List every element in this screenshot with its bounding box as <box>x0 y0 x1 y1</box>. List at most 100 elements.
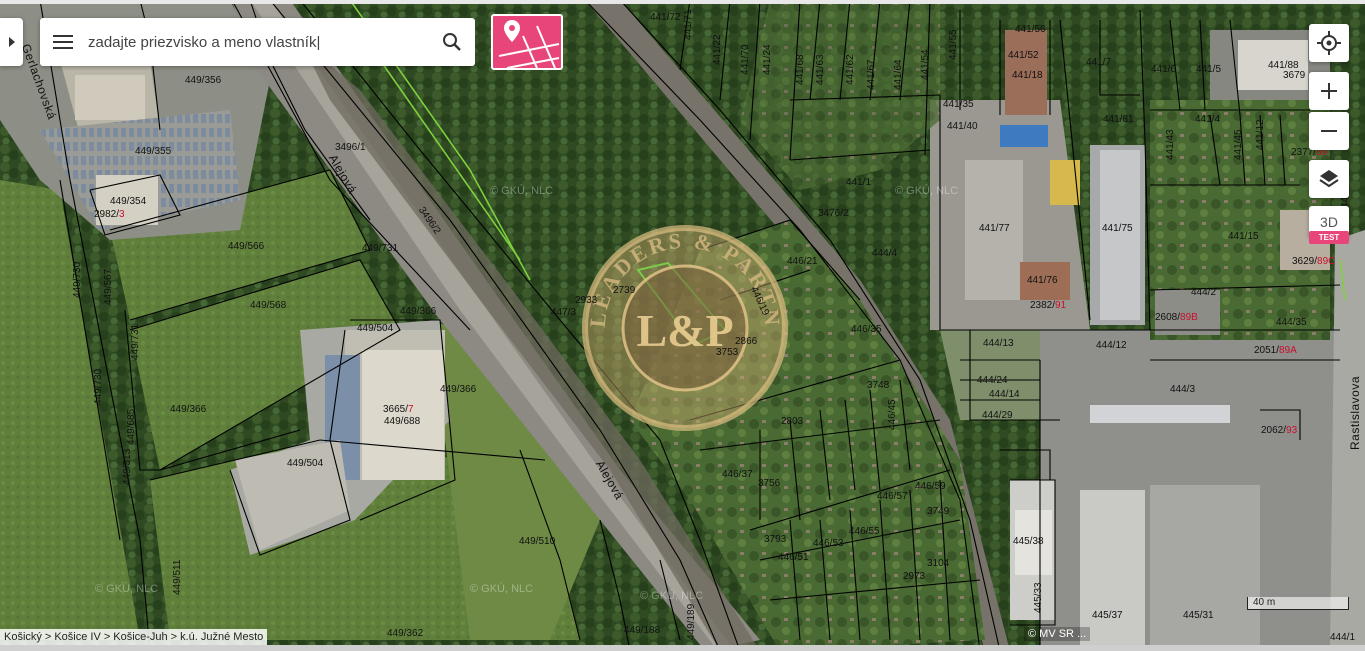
parcel-label[interactable]: 441/64 <box>893 59 904 90</box>
parcel-label[interactable]: 2933 <box>575 295 597 306</box>
parcel-label[interactable]: 3476/2 <box>818 208 849 219</box>
parcel-label[interactable]: 441/35 <box>943 99 974 110</box>
parcel-label[interactable]: 3104 <box>927 558 949 569</box>
breadcrumb-region[interactable]: Košický <box>4 631 42 643</box>
parcel-label[interactable]: 441/24 <box>762 44 773 75</box>
parcel-label[interactable]: 3793 <box>764 534 786 545</box>
parcel-label[interactable]: 441/76 <box>1027 275 1058 286</box>
parcel-label[interactable]: 444/12 <box>1096 340 1127 351</box>
parcel-label[interactable]: 2062/93 <box>1261 425 1297 436</box>
layers-button[interactable] <box>1309 160 1349 198</box>
parcel-label[interactable]: 441/67 <box>866 59 877 90</box>
parcel-label[interactable]: 441/70 <box>740 44 751 75</box>
parcel-label[interactable]: 441/72 <box>650 12 681 23</box>
parcel-label[interactable]: 2866 <box>735 336 757 347</box>
parcel-label[interactable]: 446/21 <box>787 256 818 267</box>
parcel-label[interactable]: 444/14 <box>989 389 1020 400</box>
parcel-label[interactable]: 444/4 <box>872 248 897 259</box>
parcel-label[interactable]: 449/731 <box>130 324 141 360</box>
parcel-label[interactable]: 449/504 <box>357 323 393 334</box>
parcel-label[interactable]: 449/567 <box>103 269 114 305</box>
parcel-label[interactable]: 441/63 <box>815 54 826 85</box>
parcel-label[interactable]: 441/5 <box>1196 64 1221 75</box>
parcel-label[interactable]: 3756 <box>758 478 780 489</box>
parcel-label[interactable]: 445/38 <box>1013 536 1044 547</box>
parcel-label[interactable]: 449/189 <box>686 604 697 640</box>
parcel-label[interactable]: 441/18 <box>1012 70 1043 81</box>
parcel-label[interactable]: 444/24 <box>977 375 1008 386</box>
parcel-label[interactable]: 446/53 <box>813 538 844 549</box>
parcel-label[interactable]: 449/568 <box>250 300 286 311</box>
parcel-label[interactable]: 3749 <box>927 506 949 517</box>
parcel-label[interactable]: 441/75 <box>1102 223 1133 234</box>
parcel-label[interactable]: 2382/91 <box>1030 300 1066 311</box>
parcel-label[interactable]: 441/15 <box>1228 231 1259 242</box>
parcel-label[interactable]: 449/510 <box>519 536 555 547</box>
parcel-label[interactable]: 441/56 <box>1015 24 1046 35</box>
parcel-label[interactable]: 449/355 <box>135 146 171 157</box>
parcel-label[interactable]: 449/513 <box>122 449 133 485</box>
parcel-label[interactable]: 446/55 <box>849 526 880 537</box>
parcel-label[interactable]: 446/35 <box>851 324 882 335</box>
parcel-label[interactable]: 445/31 <box>1183 610 1214 621</box>
parcel-label[interactable]: 449/366 <box>170 404 206 415</box>
parcel-label[interactable]: 444/1 <box>1330 632 1355 643</box>
parcel-label[interactable]: 441/77 <box>979 223 1010 234</box>
parcel-label[interactable]: 2608/89B <box>1155 312 1198 323</box>
parcel-label[interactable]: 3496/1 <box>335 142 366 153</box>
parcel-label[interactable]: 441/71 <box>683 9 694 40</box>
parcel-label[interactable]: 441/81 <box>1103 114 1134 125</box>
parcel-label[interactable]: 444/13 <box>983 338 1014 349</box>
parcel-label[interactable]: 449/366 <box>400 306 436 317</box>
parcel-label[interactable]: 446/45 <box>887 399 898 430</box>
parcel-label[interactable]: 441/68 <box>795 54 806 85</box>
parcel-label[interactable]: 441/43 <box>1165 129 1176 160</box>
parcel-label[interactable]: 449/356 <box>185 75 221 86</box>
parcel-label[interactable]: 444/3 <box>1170 384 1195 395</box>
parcel-label[interactable]: 441/22 <box>712 34 723 65</box>
parcel-label[interactable]: 449/354 <box>110 196 146 207</box>
parcel-label[interactable]: 449/685 <box>126 409 137 445</box>
parcel-label[interactable]: 3679 <box>1283 70 1305 81</box>
parcel-label[interactable]: 446/37 <box>722 469 753 480</box>
cadastral-map[interactable]: L&P LEADERS & PARTNERS 441/72 441/56 441/1… <box>0 0 1365 651</box>
parcel-label[interactable]: 2973 <box>903 571 925 582</box>
parcel-label[interactable]: 445/33 <box>1033 582 1044 613</box>
breadcrumb-cadastral-area[interactable]: k.ú. Južné Mesto <box>180 631 263 643</box>
parcel-label[interactable]: 444/2 <box>1191 287 1216 298</box>
parcel-label[interactable]: 449/688 <box>384 416 420 427</box>
parcel-label[interactable]: 446/51 <box>778 552 809 563</box>
parcel-label[interactable]: 445/37 <box>1092 610 1123 621</box>
parcel-label[interactable]: 3629/89C <box>1292 256 1335 267</box>
parcel-label[interactable]: 441/4 <box>1195 114 1220 125</box>
parcel-label[interactable]: 449/566 <box>228 241 264 252</box>
parcel-label[interactable]: 2051/89A <box>1254 345 1297 356</box>
locate-button[interactable] <box>1309 24 1349 62</box>
parcel-label[interactable]: 3753 <box>716 347 738 358</box>
parcel-label[interactable]: 3665/7 <box>383 404 414 415</box>
parcel-label[interactable]: 449/366 <box>440 384 476 395</box>
breadcrumb-district[interactable]: Košice IV <box>54 631 100 643</box>
parcel-label[interactable]: 441/45 <box>1233 129 1244 160</box>
parcel-label[interactable]: 441/40 <box>947 121 978 132</box>
parcel-label[interactable]: 2803 <box>781 416 803 427</box>
menu-button[interactable] <box>40 18 86 66</box>
parcel-label[interactable]: 3748 <box>867 380 889 391</box>
parcel-label[interactable]: 449/504 <box>287 458 323 469</box>
zoom-in-button[interactable] <box>1309 72 1349 110</box>
zoom-out-button[interactable] <box>1309 112 1349 150</box>
breadcrumb-municipality[interactable]: Košice-Juh <box>113 631 167 643</box>
parcel-label[interactable]: 441/1 <box>846 177 871 188</box>
parcel-label[interactable]: 449/188 <box>624 625 660 636</box>
parcel-label[interactable]: 441/6 <box>1151 64 1176 75</box>
parcel-label[interactable]: 441/62 <box>845 54 856 85</box>
parcel-label[interactable]: 449/511 <box>172 560 183 595</box>
parcel-label[interactable]: 446/57 <box>877 491 908 502</box>
parcel-label[interactable]: 441/55 <box>948 29 959 60</box>
parcel-label[interactable]: 441/7 <box>1086 57 1111 68</box>
parcel-pin-button[interactable] <box>491 14 563 70</box>
search-input[interactable] <box>86 33 429 51</box>
parcel-label[interactable]: 449/730 <box>72 262 83 298</box>
parcel-label[interactable]: 441/12 <box>1255 119 1266 150</box>
parcel-label[interactable]: 444/35 <box>1276 317 1307 328</box>
